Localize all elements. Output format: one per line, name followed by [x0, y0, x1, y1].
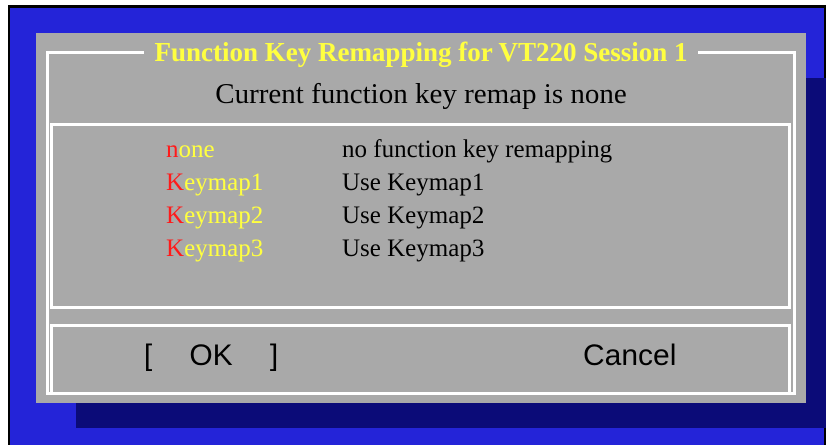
- ok-label: OK: [189, 339, 233, 372]
- option-none[interactable]: none no function key remapping: [53, 133, 788, 166]
- ok-bracket-open: [: [143, 339, 153, 372]
- option-keymap2[interactable]: Keymap2 Use Keymap2: [53, 199, 788, 232]
- option-keymap3[interactable]: Keymap3 Use Keymap3: [53, 232, 788, 265]
- dialog-title: Function Key Remapping for VT220 Session…: [144, 37, 698, 67]
- option-hotkey: K: [166, 202, 185, 229]
- option-description: Use Keymap2: [342, 202, 485, 229]
- ok-bracket-close: ]: [269, 339, 279, 372]
- ok-button[interactable]: [ OK]: [139, 336, 283, 376]
- option-description: Use Keymap1: [342, 169, 485, 196]
- cancel-label: Cancel: [583, 339, 677, 372]
- current-remap-status: Current function key remap is none: [215, 78, 627, 110]
- option-hotkey: n: [166, 136, 179, 163]
- cancel-button[interactable]: Cancel: [583, 336, 676, 376]
- option-hotkey: K: [166, 169, 185, 196]
- option-name: none: [166, 136, 215, 163]
- option-name: Keymap1: [166, 169, 264, 196]
- function-key-remap-dialog: Function Key Remapping for VT220 Session…: [36, 33, 806, 403]
- option-description: no function key remapping: [342, 136, 613, 163]
- dialog-title-bar: Function Key Remapping for VT220 Session…: [36, 37, 806, 67]
- option-name: Keymap2: [166, 202, 264, 229]
- option-hotkey: K: [166, 235, 185, 262]
- option-name: Keymap3: [166, 235, 264, 262]
- option-keymap1[interactable]: Keymap1 Use Keymap1: [53, 166, 788, 199]
- option-description: Use Keymap3: [342, 235, 485, 262]
- terminal-screen: Function Key Remapping for VT220 Session…: [8, 5, 826, 445]
- button-bar: [ OK] Cancel: [50, 324, 791, 395]
- remap-options-list: none no function key remapping Keymap1 U…: [50, 123, 791, 309]
